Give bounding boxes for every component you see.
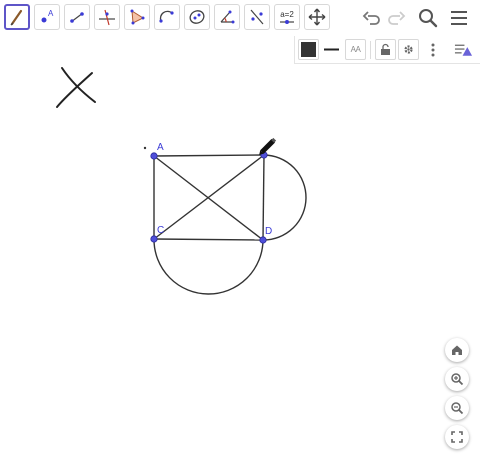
- algebra-view-toggle-icon: [454, 44, 473, 56]
- segment-ab[interactable]: [153, 154, 265, 157]
- main-toolbar: A a=2: [0, 0, 480, 36]
- line-icon: [70, 12, 84, 23]
- conic-tool-button[interactable]: [184, 4, 210, 30]
- style-bar: AA: [294, 36, 480, 64]
- more-options-button[interactable]: [422, 39, 443, 60]
- svg-text:A: A: [48, 9, 54, 18]
- angle-tool-button[interactable]: [214, 4, 240, 30]
- point-icon: A: [41, 9, 54, 23]
- point-a-label: A: [157, 142, 164, 153]
- undo-icon: [362, 11, 380, 25]
- stray-dot: [143, 146, 147, 150]
- stylebar-separator: [370, 41, 371, 59]
- reflect-tool-button[interactable]: [244, 4, 270, 30]
- polygon-icon: [130, 9, 145, 25]
- color-swatch-icon: [301, 42, 316, 57]
- line-tool-button[interactable]: [64, 4, 90, 30]
- reflect-icon: [250, 9, 264, 25]
- semicircle-tool-button[interactable]: [154, 4, 180, 30]
- home-icon: [452, 345, 462, 355]
- zoom-in-icon: [451, 373, 464, 386]
- segment-bd[interactable]: [262, 154, 265, 241]
- perpendicular-line-tool-button[interactable]: [94, 4, 120, 30]
- diagonal-bc[interactable]: [153, 154, 265, 240]
- angle-icon: [220, 10, 235, 24]
- zoom-out-button[interactable]: [445, 396, 469, 420]
- segment-cd[interactable]: [153, 238, 264, 241]
- text-size-icon: AA: [350, 45, 361, 54]
- search-icon: [419, 9, 438, 28]
- line-style-icon: [324, 48, 339, 51]
- color-button[interactable]: [298, 39, 319, 60]
- gear-icon: [404, 45, 413, 54]
- fullscreen-button[interactable]: [445, 425, 469, 449]
- point-a[interactable]: [150, 152, 158, 160]
- graphics-view[interactable]: A C D: [0, 0, 480, 460]
- slider-icon: [280, 20, 294, 24]
- home-button[interactable]: [445, 338, 469, 362]
- search-button[interactable]: [416, 6, 440, 30]
- polygon-tool-button[interactable]: [124, 4, 150, 30]
- freehand-stroke[interactable]: [56, 72, 93, 108]
- pen-tool-button[interactable]: [4, 4, 30, 30]
- perpendicular-line-icon: [99, 9, 115, 26]
- semicircle-bottom[interactable]: [153, 238, 264, 295]
- menu-icon: [451, 11, 467, 25]
- main-menu-button[interactable]: [447, 6, 471, 30]
- zoom-out-icon: [451, 402, 464, 415]
- zoom-in-button[interactable]: [445, 367, 469, 391]
- point-tool-button[interactable]: A: [34, 4, 60, 30]
- undo-button[interactable]: [360, 6, 384, 30]
- line-style-button[interactable]: [321, 39, 342, 60]
- algebra-view-toggle-button[interactable]: [453, 39, 474, 60]
- redo-icon: [388, 11, 406, 25]
- redo-button[interactable]: [384, 6, 408, 30]
- point-c-label: C: [157, 225, 164, 236]
- settings-button[interactable]: [398, 39, 419, 60]
- move-graphics-view-tool-button[interactable]: [304, 4, 330, 30]
- point-d-label: D: [265, 226, 272, 237]
- move-arrows-icon: [308, 8, 326, 26]
- ellipse-icon: [189, 10, 205, 24]
- fullscreen-icon: [451, 431, 463, 443]
- lock-icon: [381, 43, 390, 55]
- point-d[interactable]: [259, 236, 267, 244]
- pen-icon: [10, 9, 23, 26]
- semicircle-icon: [159, 10, 174, 23]
- slider-tool-button[interactable]: a=2: [274, 4, 300, 30]
- lock-button[interactable]: [375, 39, 396, 60]
- point-c[interactable]: [150, 235, 158, 243]
- text-size-button[interactable]: AA: [345, 39, 366, 60]
- more-vertical-icon: [431, 43, 434, 56]
